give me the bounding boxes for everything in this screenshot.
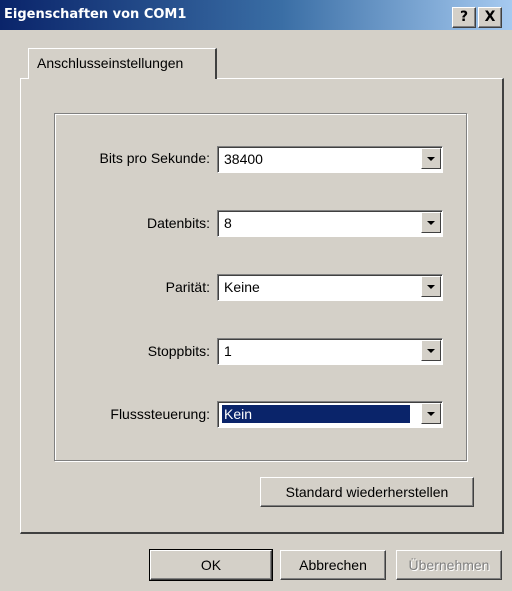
chevron-down-icon[interactable] [421, 340, 441, 361]
cancel-label: Abbrechen [299, 557, 367, 573]
ok-label: OK [200, 557, 222, 573]
stop-bits-label: Stoppbits: [147, 343, 210, 359]
parity-value: Keine [224, 279, 260, 295]
baud-rate-select[interactable]: 38400 [217, 146, 443, 173]
tab-label: Anschlusseinstellungen [37, 55, 184, 71]
data-bits-value: 8 [224, 215, 232, 231]
baud-rate-label: Bits pro Sekunde: [99, 150, 210, 166]
flow-control-label: Flusssteuerung: [110, 406, 210, 422]
chevron-down-icon[interactable] [421, 403, 441, 424]
title-bar[interactable]: Eigenschaften von COM1 ? X [0, 0, 512, 30]
flow-control-value: Kein [222, 405, 410, 423]
tab-anschlusseinstellungen[interactable]: Anschlusseinstellungen [28, 48, 217, 79]
data-bits-select[interactable]: 8 [217, 210, 443, 237]
stop-bits-value: 1 [224, 343, 232, 359]
restore-defaults-button[interactable]: Standard wiederherstellen [260, 477, 474, 507]
apply-label: Übernehmen [408, 557, 490, 573]
help-button[interactable]: ? [452, 7, 476, 28]
chevron-down-icon[interactable] [421, 212, 441, 233]
chevron-down-icon[interactable] [421, 148, 441, 169]
restore-defaults-label: Standard wiederherstellen [285, 484, 449, 500]
parity-select[interactable]: Keine [217, 274, 443, 301]
chevron-down-icon[interactable] [421, 276, 441, 297]
flow-control-select[interactable]: Kein [217, 401, 443, 428]
data-bits-label: Datenbits: [146, 215, 210, 231]
stop-bits-select[interactable]: 1 [217, 338, 443, 365]
apply-button: Übernehmen [396, 550, 502, 580]
close-button[interactable]: X [478, 7, 502, 28]
parity-label: Parität: [165, 279, 210, 295]
ok-button[interactable]: OK [149, 549, 273, 581]
baud-rate-value: 38400 [224, 151, 263, 167]
window-title: Eigenschaften von COM1 [4, 7, 187, 22]
cancel-button[interactable]: Abbrechen [280, 550, 386, 580]
